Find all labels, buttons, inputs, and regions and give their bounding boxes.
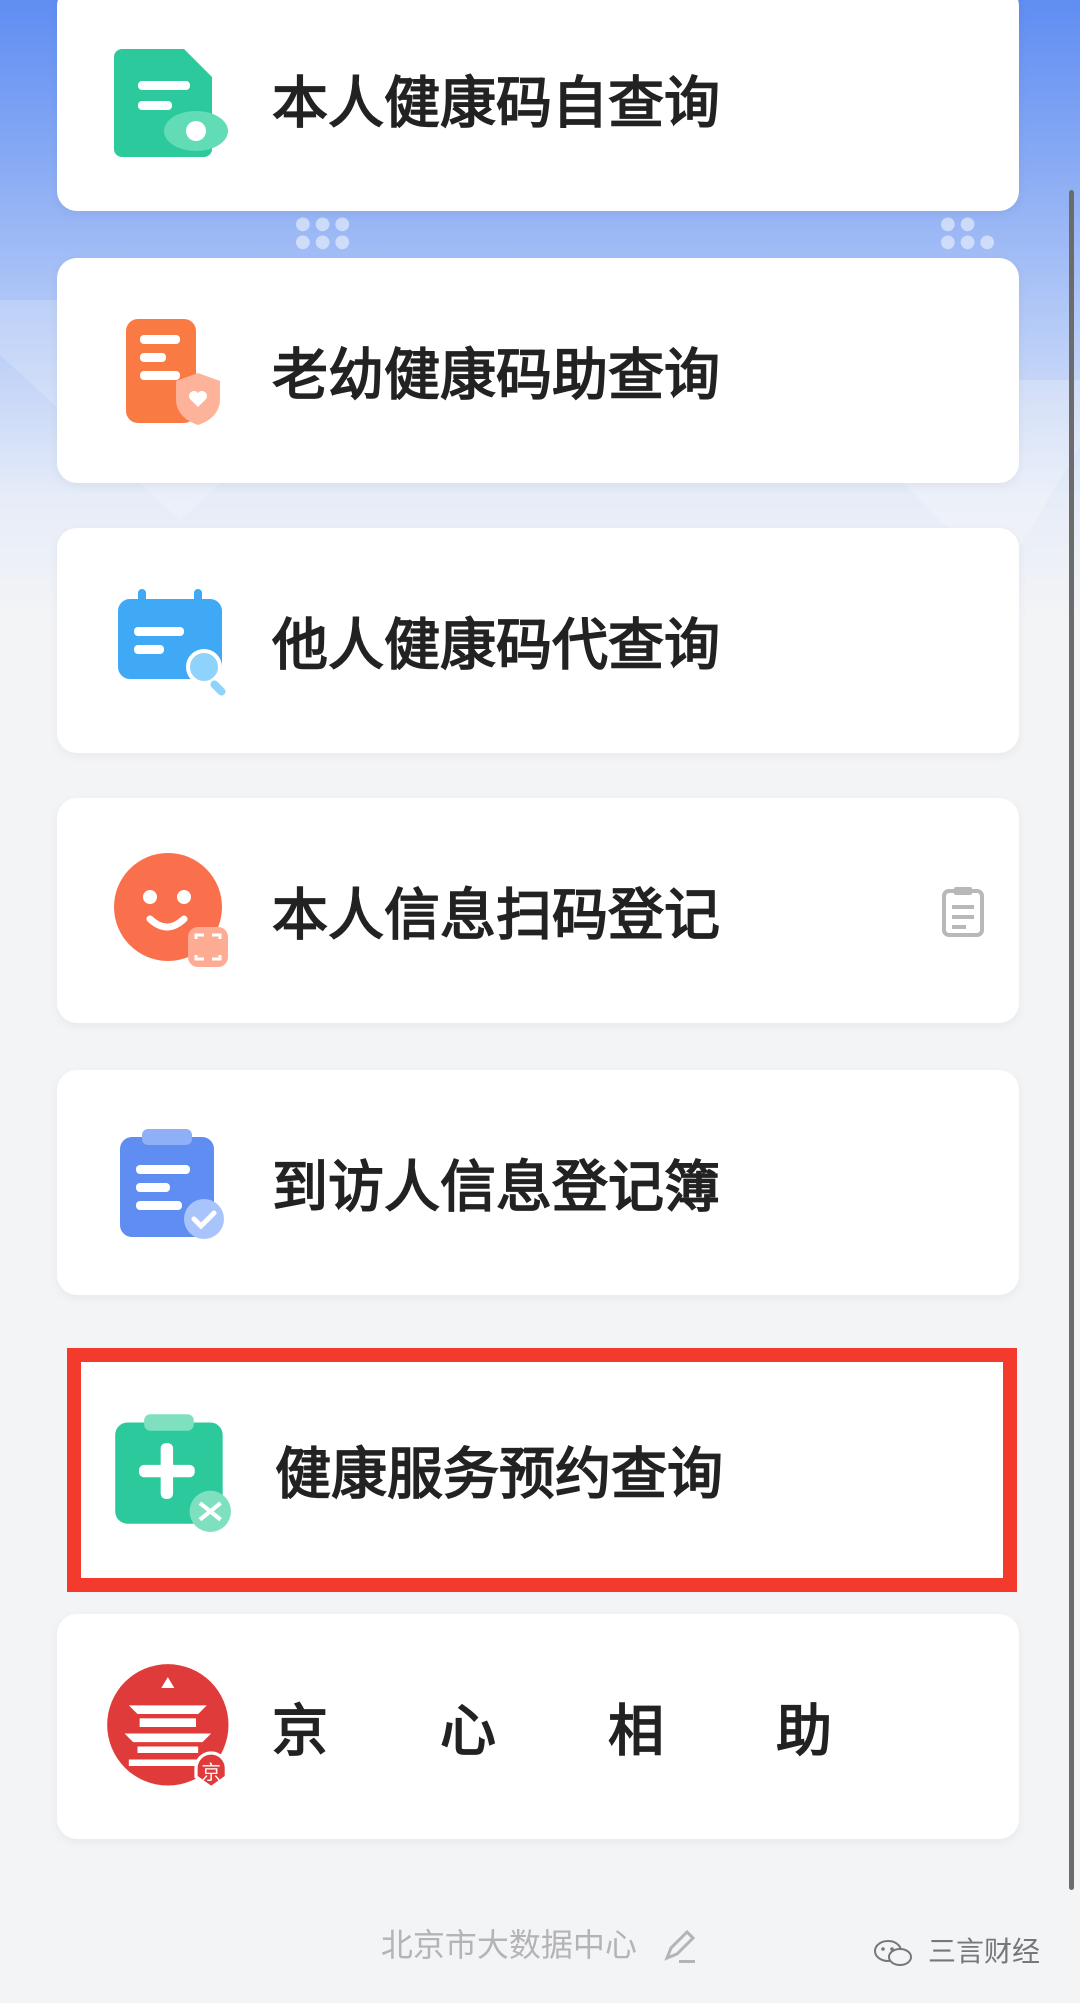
clipboard-icon[interactable] [941, 885, 985, 937]
decorative-dots: ●● ●●● [940, 213, 1000, 252]
wechat-icon [874, 1940, 913, 1966]
watermark: 三言财经 [873, 1930, 1040, 1970]
menu-item-label: 老幼健康码助查询 [272, 343, 720, 408]
blue-calendar-search-icon [118, 588, 226, 696]
scrollbar[interactable] [1069, 190, 1074, 1890]
menu-item-jingxin-xiangzhu[interactable]: 京 京 心 相 助 [57, 1614, 1019, 1839]
menu-item-self-health-code[interactable]: 本人健康码自查询 [57, 0, 1019, 211]
green-medical-plus-icon [115, 1414, 231, 1532]
edit-pen-icon [664, 1929, 696, 1963]
menu-item-others-health-code[interactable]: 他人健康码代查询 [57, 528, 1019, 753]
footer-text: 北京市大数据中心 [380, 1926, 637, 1964]
menu-item-scan-register[interactable]: 本人信息扫码登记 [57, 798, 1019, 1023]
red-temple-badge-icon: 京 [107, 1663, 229, 1790]
svg-text:京: 京 [201, 1761, 221, 1784]
orange-smiley-scan-icon [114, 852, 228, 967]
menu-item-health-service-appointment[interactable]: 健康服务预约查询 [67, 1348, 1017, 1592]
menu-item-label: 到访人信息登记簿 [272, 1155, 720, 1220]
orange-phone-shield-icon [126, 318, 220, 425]
menu-item-label: 京 心 相 助 [272, 1699, 860, 1764]
blue-clipboard-check-icon [120, 1128, 224, 1239]
menu-item-label: 本人信息扫码登记 [272, 883, 720, 948]
menu-item-elderly-child-health-code[interactable]: 老幼健康码助查询 [57, 258, 1019, 483]
menu-item-visitor-register-book[interactable]: 到访人信息登记簿 [57, 1070, 1019, 1295]
menu-item-label: 他人健康码代查询 [272, 613, 720, 678]
green-document-eye-icon [114, 48, 228, 157]
menu-item-label: 健康服务预约查询 [275, 1442, 723, 1508]
menu-item-label: 本人健康码自查询 [272, 71, 720, 136]
decorative-dots: ●●● ●●● [295, 213, 355, 252]
watermark-text: 三言财经 [927, 1935, 1040, 1968]
